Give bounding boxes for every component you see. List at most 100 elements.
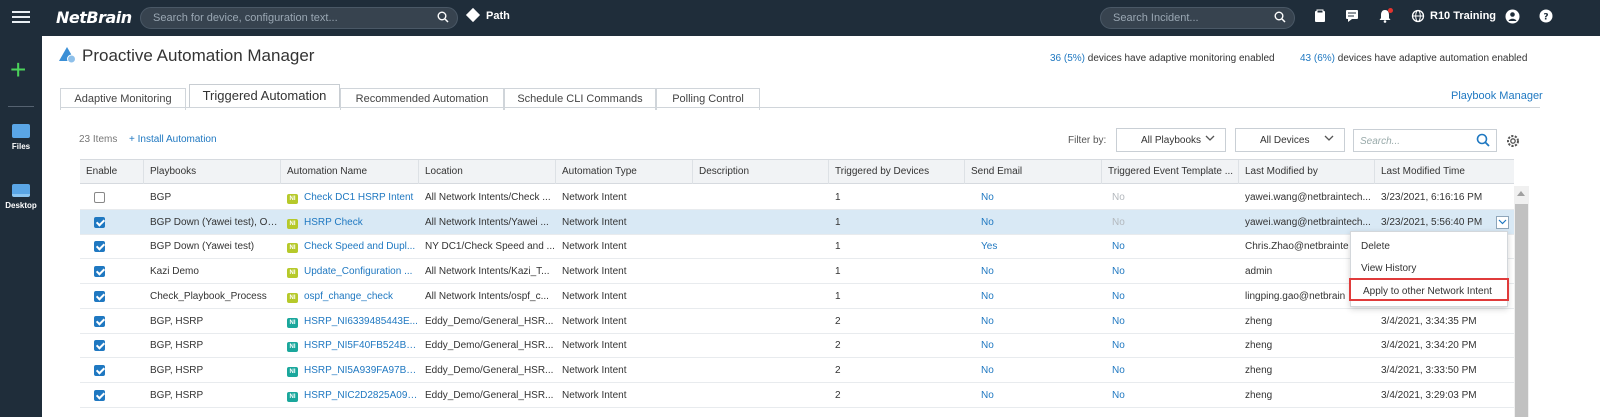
table-search-input[interactable]: Search... <box>1353 129 1497 152</box>
table-row[interactable]: BGP NI Check DC1 HSRP Intent All Network In… <box>80 185 1514 210</box>
column-header-playbooks[interactable]: Playbooks <box>144 160 281 184</box>
column-header-last-modified-time[interactable]: Last Modified Time <box>1375 160 1514 184</box>
domain-selector[interactable]: R10 Training <box>1430 10 1496 22</box>
modified-by-cell: zheng <box>1245 340 1273 352</box>
enable-checkbox[interactable] <box>94 266 105 278</box>
automation-name-link[interactable]: NI Check DC1 HSRP Intent <box>281 185 419 209</box>
table-row[interactable]: Check_Playbook_Process NI ospf_change_chec… <box>80 284 1514 309</box>
search-icon[interactable] <box>1274 11 1286 26</box>
send-email-value[interactable]: No <box>965 333 1102 357</box>
install-automation-link[interactable]: + Install Automation <box>129 134 217 145</box>
menu-item-view-history[interactable]: View History <box>1361 263 1416 274</box>
triggered-devices-cell: 1 <box>835 192 841 203</box>
table-row[interactable]: BGP, HSRP NI HSRP_NI6339485443E... Eddy_Dem… <box>80 309 1514 334</box>
table-row[interactable]: Kazi Demo NI Update_Configuration ... All N… <box>80 259 1514 285</box>
automation-name-link[interactable]: NI HSRP_NI5A939FA97BA... <box>281 358 419 382</box>
automation-type-cell: Network Intent <box>562 290 627 302</box>
column-header-description[interactable]: Description <box>693 160 829 184</box>
enable-checkbox[interactable] <box>94 192 105 203</box>
incident-search-input[interactable]: Search Incident... <box>1100 7 1295 29</box>
rail-item-files[interactable]: Files <box>0 124 42 151</box>
enable-checkbox[interactable] <box>94 241 105 253</box>
table-row[interactable]: BGP Down (Yawei test) NI Check Speed and D… <box>80 234 1514 260</box>
table-search-placeholder: Search... <box>1360 136 1401 147</box>
column-header-location[interactable]: Location <box>419 160 556 184</box>
column-header-send-email[interactable]: Send Email <box>965 160 1102 184</box>
send-email-value[interactable]: No <box>965 383 1102 407</box>
table-row[interactable]: BGP Down (Yawei test), OS... NI HSRP Check… <box>80 209 1514 235</box>
row-actions-dropdown[interactable] <box>1496 215 1509 229</box>
monitoring-stat: 36 (5%) devices have adaptive monitoring… <box>1050 53 1275 64</box>
scrollbar-thumb[interactable] <box>1515 204 1528 417</box>
send-email-value[interactable]: No <box>965 358 1102 382</box>
tab-triggered-automation[interactable]: Triggered Automation <box>189 84 340 108</box>
automation-name-link[interactable]: NI HSRP Check <box>281 210 419 234</box>
automation-name-link[interactable]: NI HSRP_NI6339485443E... <box>281 309 419 333</box>
incident-search-placeholder: Search Incident... <box>1113 12 1199 24</box>
table-row[interactable]: BGP, HSRP NI HSRP_NI5A939FA97BA... Eddy_Dem… <box>80 358 1514 383</box>
help-icon[interactable]: ? <box>1538 9 1554 25</box>
search-icon[interactable] <box>1476 133 1490 150</box>
send-email-value[interactable]: No <box>965 284 1102 308</box>
devices-filter-select[interactable]: All Devices <box>1235 128 1345 152</box>
column-header-enable[interactable]: Enable <box>80 160 144 184</box>
event-template-value[interactable]: No <box>1102 284 1239 308</box>
automation-name-link[interactable]: NI ospf_change_check <box>281 284 419 308</box>
table-row[interactable]: BGP, HSRP NI HSRP_NI5F40FB524B2... Eddy_Dem… <box>80 333 1514 359</box>
column-header-last-modified-by[interactable]: Last Modified by <box>1239 160 1375 184</box>
global-search-input[interactable]: Search for device, configuration text... <box>140 7 458 29</box>
event-template-value[interactable]: No <box>1102 185 1239 209</box>
playbooks-filter-select[interactable]: All Playbooks <box>1116 128 1226 152</box>
automation-type-cell: Network Intent <box>562 315 627 327</box>
task-icon[interactable] <box>1312 9 1328 25</box>
send-email-value[interactable]: No <box>965 309 1102 333</box>
menu-item-apply-to-other-network-intent[interactable]: Apply to other Network Intent <box>1349 278 1509 301</box>
column-header-automation-name[interactable]: Automation Name <box>281 160 419 184</box>
event-template-value[interactable]: No <box>1102 210 1239 234</box>
enable-checkbox[interactable] <box>94 315 105 327</box>
automation-name-link[interactable]: NI HSRP_NI5F40FB524B2... <box>281 333 419 357</box>
search-icon[interactable] <box>437 11 449 26</box>
table-scrollbar[interactable] <box>1514 186 1529 417</box>
path-button[interactable]: Path <box>465 7 510 23</box>
menu-item-delete[interactable]: Delete <box>1361 241 1390 252</box>
automation-name-link[interactable]: NI Check Speed and Dupl... <box>281 234 419 258</box>
enable-checkbox[interactable] <box>94 340 105 352</box>
user-icon[interactable] <box>1504 9 1520 25</box>
plus-icon[interactable]: + <box>10 56 26 84</box>
rail-item-desktop[interactable]: Desktop <box>0 184 42 210</box>
automation-name-link[interactable]: NI Update_Configuration ... <box>281 259 419 283</box>
automation-count[interactable]: 43 (6%) <box>1300 53 1335 64</box>
table-row[interactable]: BGP, HSRP NI HSRP_NIC2D2825A094... Eddy_Dem… <box>80 383 1514 408</box>
location-cell: All Network Intents/Kazi_T... <box>425 266 550 278</box>
enable-checkbox[interactable] <box>94 389 105 401</box>
event-template-value[interactable]: No <box>1102 234 1239 258</box>
event-template-value[interactable]: No <box>1102 309 1239 333</box>
netbrain-logo[interactable]: NetBrain <box>56 8 132 27</box>
event-template-value[interactable]: No <box>1102 358 1239 382</box>
event-template-value[interactable]: No <box>1102 383 1239 407</box>
globe-icon[interactable] <box>1410 9 1426 25</box>
enable-checkbox[interactable] <box>94 364 105 376</box>
menu-icon[interactable] <box>12 8 30 26</box>
chat-icon[interactable] <box>1344 9 1360 25</box>
send-email-value[interactable]: Yes <box>965 234 1102 258</box>
monitoring-count[interactable]: 36 (5%) <box>1050 53 1085 64</box>
automation-name-link[interactable]: NI HSRP_NIC2D2825A094... <box>281 383 419 407</box>
send-email-value[interactable]: No <box>965 185 1102 209</box>
gear-icon[interactable] <box>1505 133 1521 149</box>
column-header-event-template[interactable]: Triggered Event Template ... <box>1102 160 1239 184</box>
enable-checkbox[interactable] <box>94 290 105 302</box>
scroll-up-icon[interactable] <box>1517 191 1525 196</box>
description-cell <box>693 234 829 258</box>
column-header-automation-type[interactable]: Automation Type <box>556 160 693 184</box>
event-template-value[interactable]: No <box>1102 333 1239 357</box>
column-header-triggered-by-devices[interactable]: Triggered by Devices <box>829 160 965 184</box>
desktop-label: Desktop <box>5 201 37 210</box>
automation-name-text: HSRP_NI5F40FB524B2... <box>304 340 419 352</box>
enable-checkbox[interactable] <box>94 216 105 228</box>
event-template-value[interactable]: No <box>1102 259 1239 283</box>
playbook-manager-link[interactable]: Playbook Manager <box>1451 90 1543 102</box>
send-email-value[interactable]: No <box>965 210 1102 234</box>
send-email-value[interactable]: No <box>965 259 1102 283</box>
